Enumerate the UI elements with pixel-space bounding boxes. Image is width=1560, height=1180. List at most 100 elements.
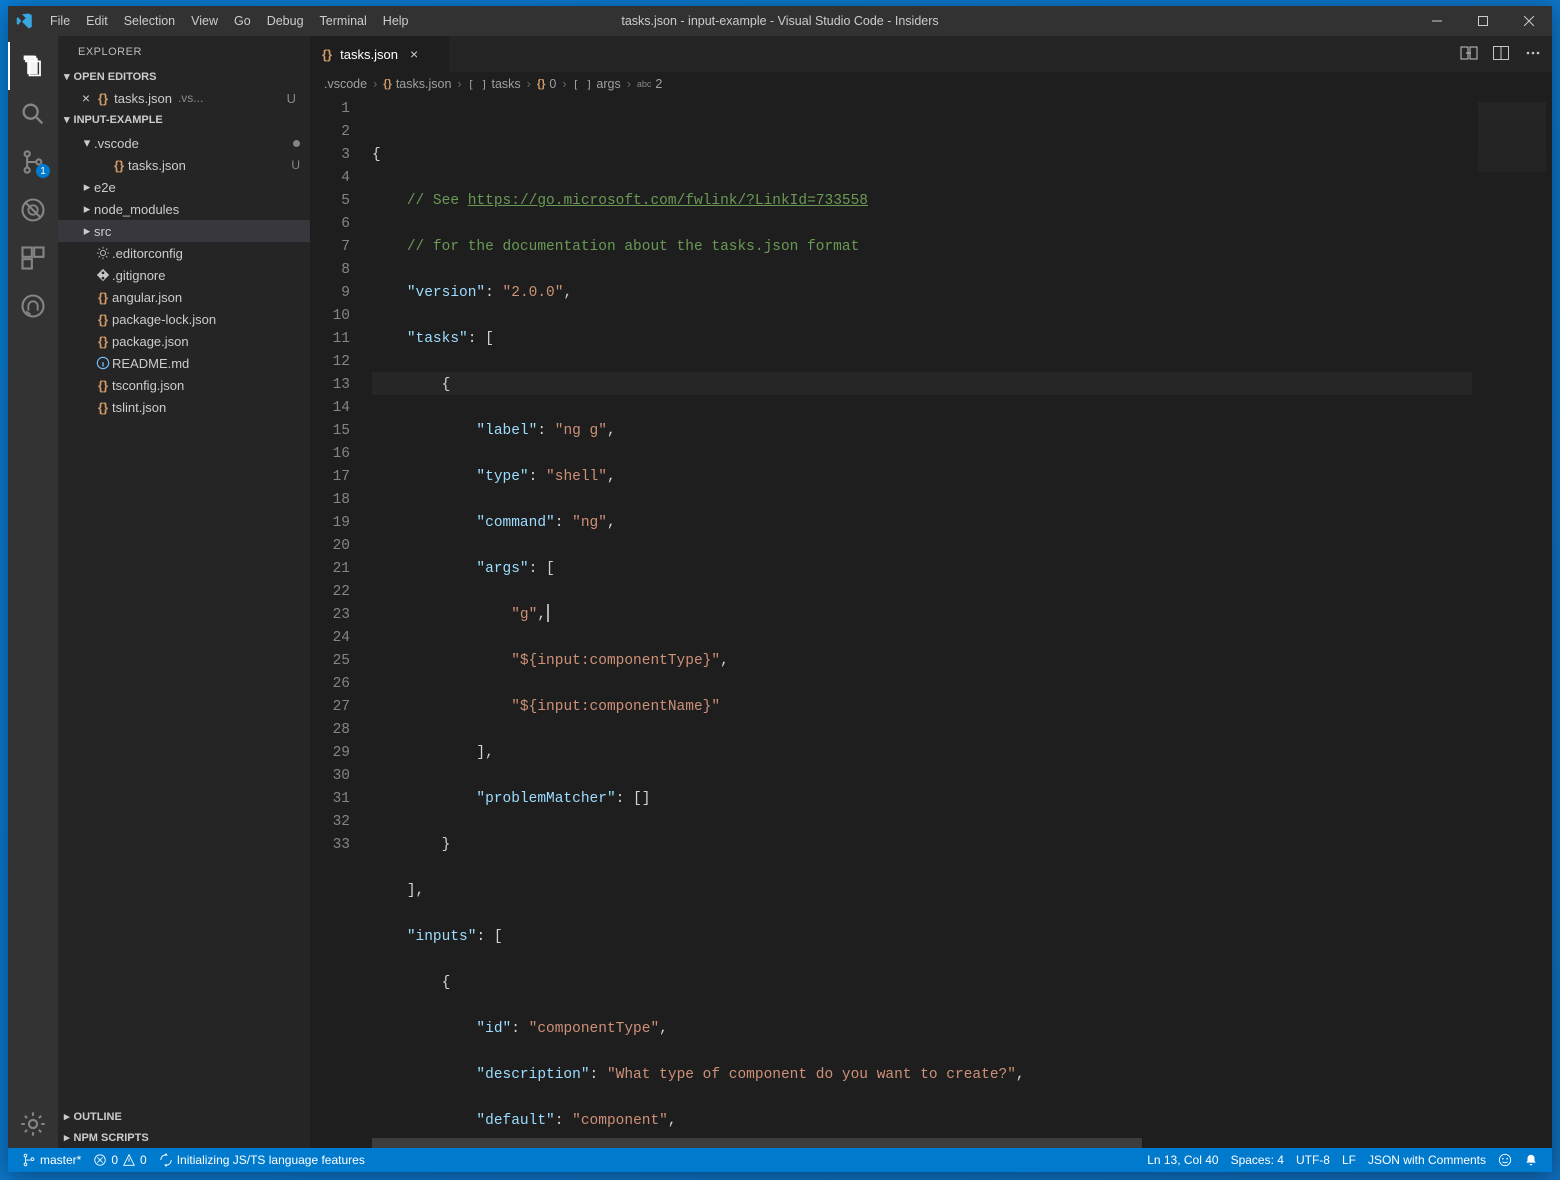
menu-debug[interactable]: Debug: [259, 6, 312, 36]
gear-icon: [94, 246, 112, 260]
minimap[interactable]: [1472, 96, 1552, 1138]
file-tree: ▾ .vscode {} tasks.json U ▸ e2e ▸ node_m…: [58, 130, 310, 418]
tree-file[interactable]: .gitignore: [58, 264, 310, 286]
compare-icon[interactable]: [1460, 44, 1478, 65]
breadcrumb-seg[interactable]: [ ]tasks: [468, 77, 521, 91]
tree-file[interactable]: {}tsconfig.json: [58, 374, 310, 396]
tree-file[interactable]: {}package.json: [58, 330, 310, 352]
json-icon: {}: [383, 78, 392, 90]
breadcrumb-seg[interactable]: .vscode: [324, 77, 367, 91]
minimize-button[interactable]: [1414, 6, 1460, 36]
activity-bar: 1: [8, 36, 58, 1148]
menu-help[interactable]: Help: [375, 6, 417, 36]
menu-edit[interactable]: Edit: [78, 6, 116, 36]
array-icon: [ ]: [468, 78, 488, 91]
more-icon[interactable]: [1524, 44, 1542, 65]
horizontal-scrollbar[interactable]: [372, 1138, 1472, 1148]
close-icon[interactable]: ×: [410, 46, 418, 62]
chevron-right-icon: ▸: [64, 1110, 70, 1123]
open-editor-marker: U: [287, 91, 306, 106]
activity-explorer[interactable]: [8, 42, 58, 90]
object-icon: {}: [537, 78, 546, 90]
json-icon: {}: [94, 378, 112, 393]
status-problems[interactable]: 0 0: [87, 1148, 152, 1172]
status-eol[interactable]: LF: [1336, 1148, 1362, 1172]
outline-header[interactable]: ▸ OUTLINE: [58, 1106, 310, 1127]
tree-file[interactable]: README.md: [58, 352, 310, 374]
open-editor-item[interactable]: × {} tasks.json .vs... U: [58, 87, 310, 109]
cursor-caret: [547, 604, 549, 622]
sidebar-title: EXPLORER: [58, 36, 310, 66]
breadcrumb-seg[interactable]: abc 2: [637, 77, 662, 91]
tree-file-label: tsconfig.json: [112, 378, 184, 393]
json-icon: {}: [94, 290, 112, 305]
tree-folder-e2e[interactable]: ▸ e2e: [58, 176, 310, 198]
json-icon: {}: [322, 47, 332, 62]
activity-scm[interactable]: 1: [8, 138, 58, 186]
tree-file-label: tasks.json: [128, 158, 186, 173]
json-icon: {}: [94, 312, 112, 327]
tree-folder-node_modules[interactable]: ▸ node_modules: [58, 198, 310, 220]
open-editors-header[interactable]: ▾ OPEN EDITORS: [58, 66, 310, 87]
tree-file-label: .editorconfig: [112, 246, 183, 261]
activity-debug[interactable]: [8, 186, 58, 234]
status-lncol[interactable]: Ln 13, Col 40: [1141, 1148, 1224, 1172]
status-branch[interactable]: master*: [16, 1148, 87, 1172]
npm-scripts-header[interactable]: ▸ NPM SCRIPTS: [58, 1127, 310, 1148]
chevron-right-icon: ▸: [80, 223, 94, 239]
status-spaces[interactable]: Spaces: 4: [1225, 1148, 1290, 1172]
tree-folder-label: e2e: [94, 180, 116, 195]
breadcrumb-seg[interactable]: [ ]args: [573, 77, 621, 91]
close-icon[interactable]: ×: [78, 90, 94, 106]
close-button[interactable]: [1506, 6, 1552, 36]
activity-extensions[interactable]: [8, 234, 58, 282]
git-icon: [94, 268, 112, 282]
tree-file[interactable]: {}tslint.json: [58, 396, 310, 418]
tree-file-tasksjson[interactable]: {} tasks.json U: [58, 154, 310, 176]
menu-file[interactable]: File: [42, 6, 78, 36]
activity-settings[interactable]: [8, 1100, 58, 1148]
tree-folder-src[interactable]: ▸ src: [58, 220, 310, 242]
tree-file-marker: U: [291, 158, 300, 172]
json-icon: {}: [110, 158, 128, 173]
menu-go[interactable]: Go: [226, 6, 259, 36]
tree-file[interactable]: {}package-lock.json: [58, 308, 310, 330]
menu-selection[interactable]: Selection: [116, 6, 183, 36]
activity-search[interactable]: [8, 90, 58, 138]
breadcrumb-seg[interactable]: {}tasks.json: [383, 77, 451, 91]
menu-view[interactable]: View: [183, 6, 226, 36]
npm-scripts-label: NPM SCRIPTS: [74, 1132, 149, 1144]
titlebar: File Edit Selection View Go Debug Termin…: [8, 6, 1552, 36]
breadcrumbs[interactable]: .vscode › {}tasks.json › [ ]tasks › {}0 …: [310, 72, 1552, 96]
tree-file[interactable]: .editorconfig: [58, 242, 310, 264]
tree-file-label: README.md: [112, 356, 189, 371]
code-content[interactable]: { // See https://go.microsoft.com/fwlink…: [372, 96, 1472, 1138]
status-language-init[interactable]: Initializing JS/TS language features: [153, 1148, 371, 1172]
open-editors-label: OPEN EDITORS: [74, 71, 157, 83]
status-language[interactable]: JSON with Comments: [1362, 1148, 1492, 1172]
tree-folder-label: .vscode: [94, 136, 139, 151]
chevron-down-icon: ▾: [64, 70, 70, 83]
breadcrumb-seg[interactable]: {}0: [537, 77, 557, 91]
tree-file[interactable]: {}angular.json: [58, 286, 310, 308]
maximize-button[interactable]: [1460, 6, 1506, 36]
split-editor-icon[interactable]: [1492, 44, 1510, 65]
string-icon: abc: [637, 79, 652, 89]
status-feedback-icon[interactable]: [1492, 1148, 1518, 1172]
status-bell-icon[interactable]: [1518, 1148, 1544, 1172]
vscode-logo-icon: [8, 12, 42, 30]
menu-bar: File Edit Selection View Go Debug Termin…: [42, 6, 417, 36]
chevron-right-icon: ▸: [80, 201, 94, 217]
json-icon: {}: [94, 334, 112, 349]
code-editor[interactable]: 1234567891011121314151617181920212223242…: [310, 96, 1552, 1138]
activity-github[interactable]: [8, 282, 58, 330]
tabs-row: {} tasks.json ×: [310, 36, 1552, 72]
tree-file-label: angular.json: [112, 290, 182, 305]
tree-file-label: .gitignore: [112, 268, 165, 283]
menu-terminal[interactable]: Terminal: [312, 6, 375, 36]
status-encoding[interactable]: UTF-8: [1290, 1148, 1336, 1172]
tree-folder-vscode[interactable]: ▾ .vscode: [58, 132, 310, 154]
project-header[interactable]: ▾ INPUT-EXAMPLE: [58, 109, 310, 130]
tab-tasksjson[interactable]: {} tasks.json ×: [310, 36, 450, 72]
sidebar: EXPLORER ▾ OPEN EDITORS × {} tasks.json …: [58, 36, 310, 1148]
